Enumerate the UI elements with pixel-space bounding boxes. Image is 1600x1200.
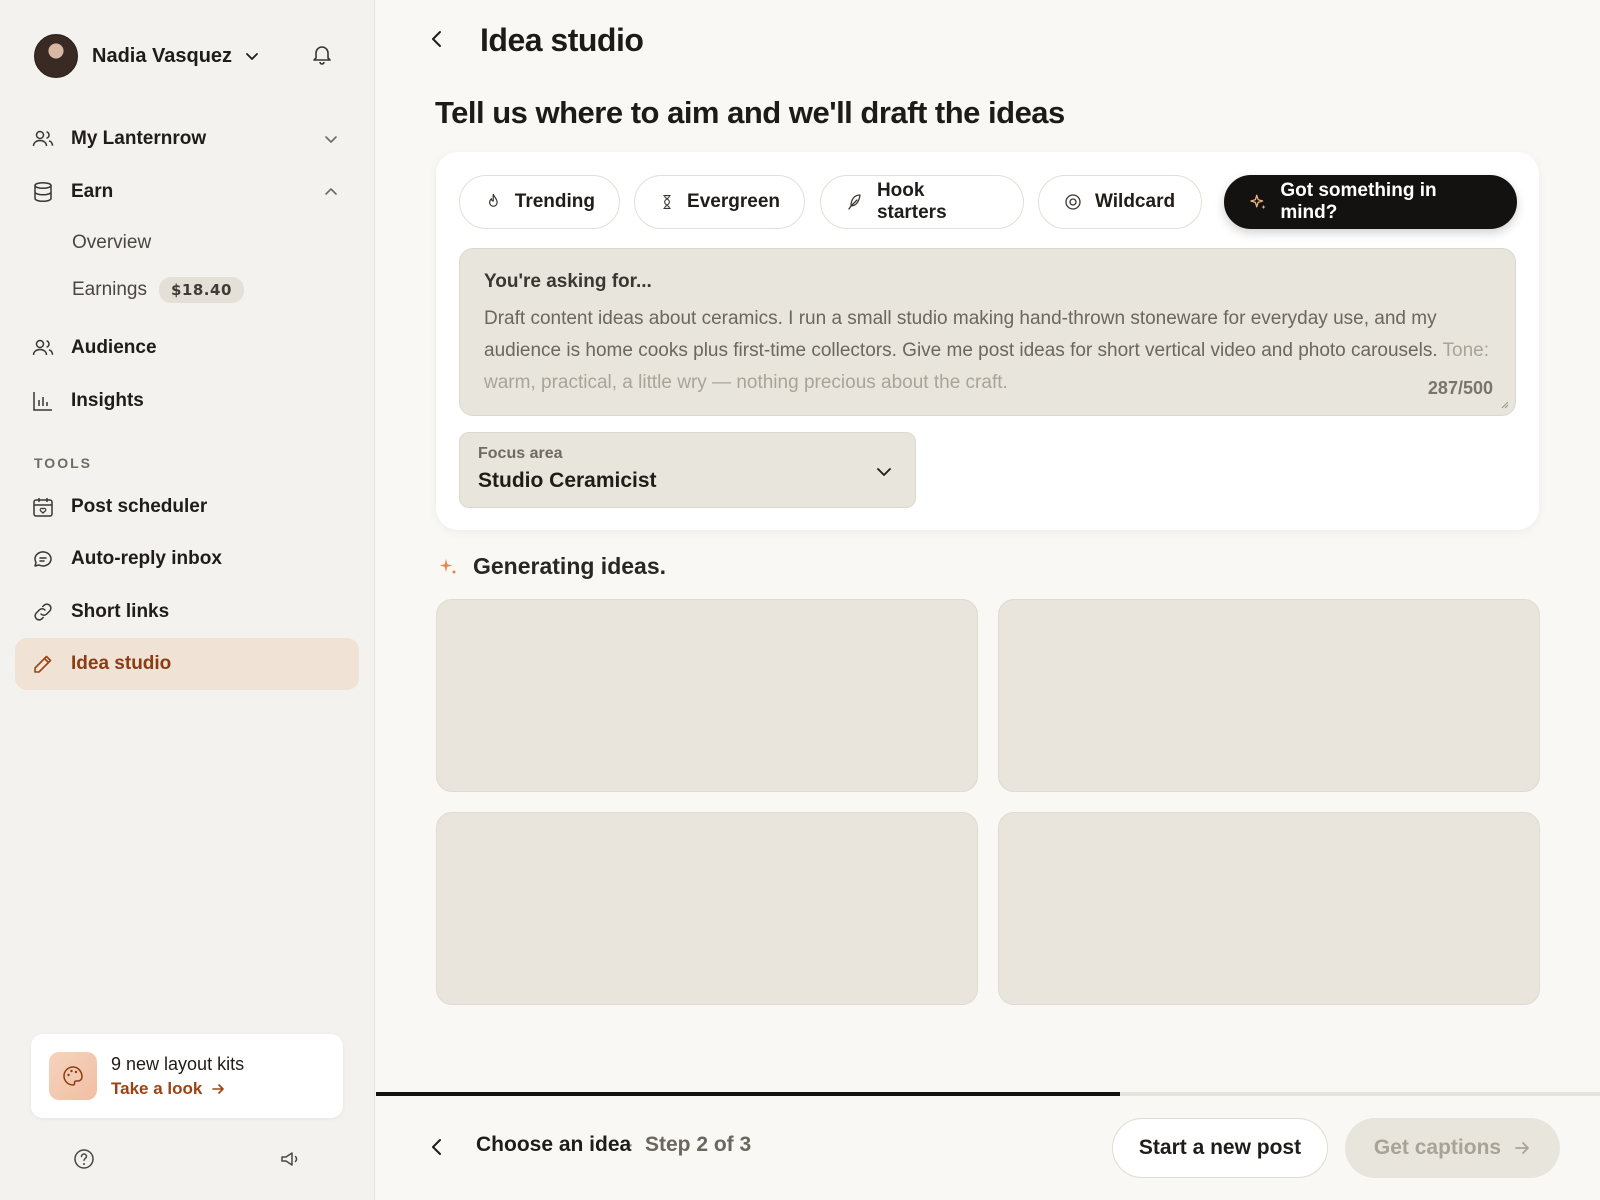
chip-wildcard[interactable]: Wildcard [1038, 175, 1202, 229]
sidebar-item-post-scheduler[interactable]: Post scheduler [15, 481, 359, 533]
character-counter: 287/500 [1427, 378, 1493, 398]
sidebar-subitem-overview[interactable]: Overview [72, 232, 151, 254]
chat-bubble-icon [34, 551, 52, 567]
help-icon[interactable] [72, 1147, 96, 1171]
focus-area-label: Focus area [478, 445, 563, 462]
chevron-up-icon [325, 188, 337, 195]
calendar-icon [33, 498, 53, 517]
idea-card-placeholder [436, 599, 978, 792]
users-icon [32, 130, 54, 147]
earnings-badge: $18.40 [159, 277, 244, 303]
get-captions-button[interactable]: Get captions [1345, 1118, 1560, 1178]
sidebar-item-auto-reply-inbox[interactable]: Auto-reply inbox [15, 533, 359, 585]
prompt-card: Trending Evergreen Hook starters Wildcar… [436, 152, 1539, 530]
chevron-down-icon [246, 53, 258, 60]
sidebar-item-label: Insights [71, 390, 144, 411]
idea-card-placeholder [436, 812, 978, 1005]
prompt-textarea[interactable]: You're asking for... Draft content ideas… [459, 248, 1516, 416]
sidebar-item-label: Audience [71, 337, 157, 358]
sidebar-item-label: Short links [71, 601, 170, 622]
sidebar-item-label: Idea studio [71, 653, 172, 674]
sidebar-item-label: Post scheduler [71, 496, 208, 517]
focus-area-select[interactable]: Focus area Studio Ceramicist [459, 432, 916, 508]
arrow-right-icon [1515, 1142, 1529, 1154]
chip-label: Evergreen [687, 191, 780, 212]
sidebar-item-earn[interactable]: Earn [15, 166, 359, 218]
chevron-down-icon [325, 136, 337, 143]
hourglass-icon [663, 195, 671, 209]
bar-chart-icon [33, 392, 52, 411]
step-count: Step 2 of 3 [645, 1133, 752, 1156]
sidebar-item-my-lanternrow[interactable]: My Lanternrow [15, 113, 359, 165]
megaphone-icon[interactable] [278, 1147, 302, 1171]
profile-menu[interactable]: Nadia Vasquez [34, 34, 260, 78]
profile-name: Nadia Vasquez [92, 44, 233, 67]
start-new-post-button[interactable]: Start a new post [1112, 1118, 1328, 1178]
back-arrow-icon[interactable] [426, 1136, 448, 1158]
sidebar-subitem-label: Overview [72, 232, 152, 253]
button-label: Get captions [1373, 1136, 1502, 1159]
tools-section-label: TOOLS [34, 455, 92, 471]
promo-title: 9 new layout kits [111, 1053, 245, 1074]
button-label: Start a new post [1138, 1136, 1302, 1159]
idea-card-placeholder [998, 812, 1540, 1005]
generating-status: Generating ideas. [437, 553, 666, 580]
prompt-text: Draft content ideas about ceramics. I ru… [484, 303, 1494, 399]
sidebar: Nadia Vasquez My Lanternrow Earn Overvie… [0, 0, 375, 1200]
sidebar-item-insights[interactable]: Insights [15, 375, 359, 427]
flame-icon [489, 193, 498, 207]
chip-label: Hook starters [876, 180, 947, 223]
users-icon [32, 339, 54, 356]
link-icon [34, 603, 52, 621]
idea-card-placeholder [998, 599, 1540, 792]
chip-hook-starters[interactable]: Hook starters [820, 175, 1024, 229]
sidebar-item-label: Earn [71, 181, 114, 202]
page-title: Idea studio [480, 22, 644, 58]
pencil-icon [34, 655, 52, 673]
promo-link[interactable]: Take a look [111, 1079, 244, 1099]
chip-label: Trending [514, 191, 595, 212]
focus-area-value: Studio Ceramicist [478, 469, 657, 492]
prompt-label: You're asking for... [484, 271, 652, 292]
chip-label: Wildcard [1095, 191, 1176, 212]
bell-icon[interactable] [310, 42, 334, 66]
feather-icon [848, 194, 861, 210]
step-separator: · [627, 1133, 634, 1156]
promo-card[interactable]: 9 new layout kits Take a look [31, 1034, 343, 1118]
progress-bar [376, 1092, 1600, 1096]
avatar [34, 34, 78, 78]
chip-got-something-in-mind[interactable]: Got something in mind? [1224, 175, 1517, 229]
chip-label: Got something in mind? [1280, 180, 1437, 223]
palette-icon [49, 1052, 97, 1100]
sidebar-item-idea-studio[interactable]: Idea studio [15, 638, 359, 690]
chevron-down-icon [877, 468, 891, 476]
sparkle-icon [439, 558, 456, 573]
chip-trending[interactable]: Trending [459, 175, 620, 229]
promo-link-label: Take a look [111, 1078, 203, 1098]
database-icon [34, 181, 52, 203]
sidebar-item-audience[interactable]: Audience [15, 322, 359, 374]
back-arrow-icon[interactable] [426, 28, 448, 50]
headline: Tell us where to aim and we'll draft the… [435, 95, 1065, 130]
target-icon [1065, 194, 1081, 210]
resize-handle-icon[interactable] [1499, 399, 1509, 409]
sidebar-item-label: My Lanternrow [71, 128, 207, 149]
prompt-text-body: Draft content ideas about ceramics. I ru… [484, 308, 1438, 361]
generating-label: Generating ideas. [473, 553, 667, 579]
progress-bar-fill [376, 1092, 1121, 1096]
sparkle-icon [1250, 194, 1266, 210]
arrow-right-icon [212, 1083, 225, 1094]
sidebar-subitem-label: Earnings [72, 279, 147, 300]
chip-evergreen[interactable]: Evergreen [634, 175, 805, 229]
sidebar-item-short-links[interactable]: Short links [15, 586, 359, 638]
sidebar-subitem-earnings[interactable]: Earnings $18.40 [72, 277, 244, 303]
sidebar-item-label: Auto-reply inbox [71, 548, 222, 569]
step-title: Choose an idea [476, 1133, 632, 1156]
